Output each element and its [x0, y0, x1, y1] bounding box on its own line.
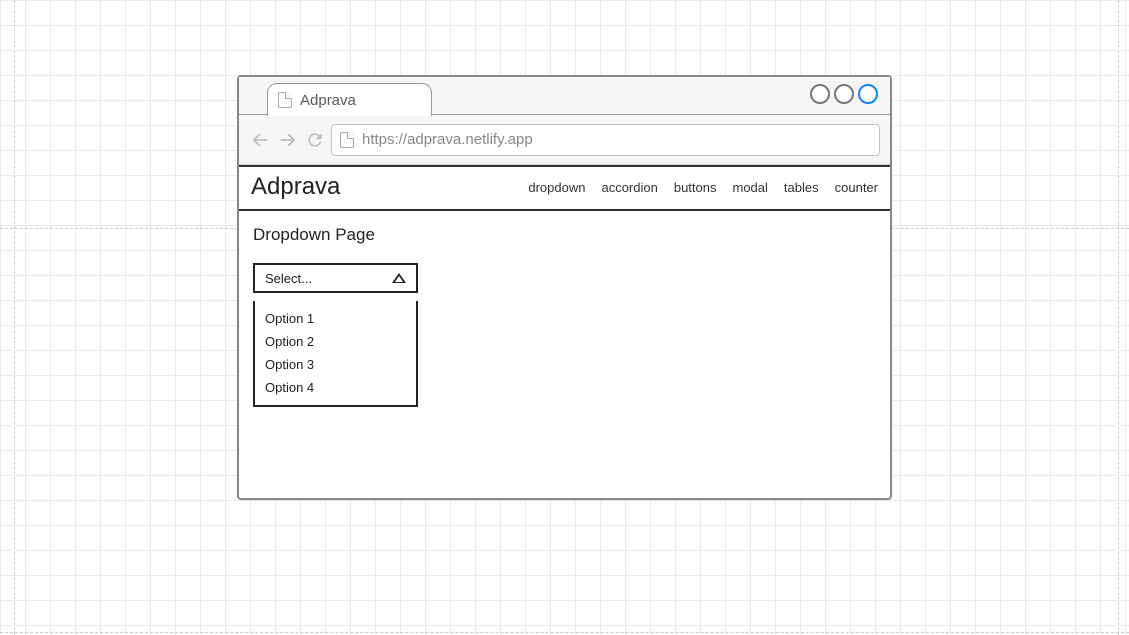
nav-link-tables[interactable]: tables	[784, 180, 819, 195]
browser-toolbar: https://adprava.netlify.app	[239, 115, 890, 165]
dropdown-placeholder: Select...	[265, 271, 312, 286]
url-bar[interactable]: https://adprava.netlify.app	[331, 124, 880, 156]
nav-link-dropdown[interactable]: dropdown	[528, 180, 585, 195]
url-text: https://adprava.netlify.app	[362, 131, 533, 148]
dropdown-option[interactable]: Option 1	[265, 307, 406, 330]
browser-window: Adprava https://adprava.netlify.app Adpr…	[237, 75, 892, 500]
nav-link-accordion[interactable]: accordion	[601, 180, 657, 195]
page-navbar: Adprava dropdown accordion buttons modal…	[239, 167, 890, 211]
guide-line	[14, 0, 15, 635]
back-icon[interactable]	[249, 129, 271, 151]
dropdown-toggle[interactable]: Select...	[253, 263, 418, 293]
page-icon	[278, 92, 292, 108]
nav-link-modal[interactable]: modal	[733, 180, 768, 195]
nav-link-counter[interactable]: counter	[835, 180, 878, 195]
page-icon	[340, 132, 354, 148]
window-minimize[interactable]	[810, 84, 830, 104]
dropdown-option[interactable]: Option 4	[265, 376, 406, 399]
chevron-up-icon	[392, 273, 406, 283]
dropdown: Select... Option 1 Option 2 Option 3 Opt…	[253, 263, 418, 407]
forward-icon[interactable]	[277, 129, 299, 151]
guide-line	[1118, 0, 1119, 635]
page-body: Dropdown Page Select... Option 1 Option …	[239, 211, 890, 421]
window-maximize[interactable]	[834, 84, 854, 104]
page-content: Adprava dropdown accordion buttons modal…	[239, 165, 890, 421]
browser-tab[interactable]: Adprava	[267, 83, 432, 116]
dropdown-option[interactable]: Option 2	[265, 330, 406, 353]
tab-strip: Adprava	[239, 77, 890, 115]
refresh-icon[interactable]	[305, 130, 325, 150]
nav-links: dropdown accordion buttons modal tables …	[528, 180, 878, 195]
window-close[interactable]	[858, 84, 878, 104]
dropdown-menu: Option 1 Option 2 Option 3 Option 4	[253, 301, 418, 407]
page-brand: Adprava	[251, 173, 340, 201]
guide-line	[0, 632, 1129, 633]
page-heading: Dropdown Page	[253, 225, 876, 245]
dropdown-option[interactable]: Option 3	[265, 353, 406, 376]
window-controls	[810, 84, 878, 104]
nav-link-buttons[interactable]: buttons	[674, 180, 717, 195]
tab-title: Adprava	[300, 92, 356, 109]
